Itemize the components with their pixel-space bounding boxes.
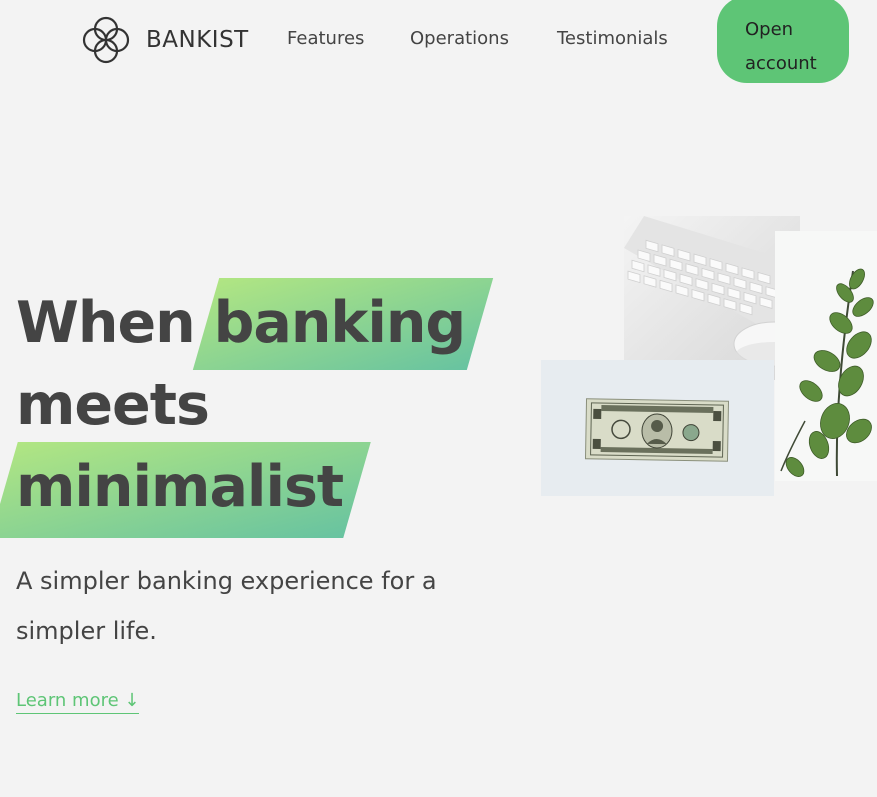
hero-title-minimalist-highlight: minimalist xyxy=(16,446,344,528)
open-account-label-line1: Open xyxy=(745,18,794,40)
open-account-label-line2: account xyxy=(745,52,817,74)
dollar-bill-image xyxy=(541,360,774,496)
hero-title-line-3: minimalist xyxy=(16,446,465,528)
nav-link-operations[interactable]: Operations xyxy=(410,28,509,49)
bankist-logo-icon xyxy=(82,16,130,64)
hero-title-when: When xyxy=(16,290,196,356)
nav-link-testimonials[interactable]: Testimonials xyxy=(557,28,668,49)
hero-title-banking-highlight: banking xyxy=(214,282,467,364)
learn-more-link[interactable]: Learn more ↓ xyxy=(16,690,140,714)
hero-title: When banking meets minimalist xyxy=(16,282,467,528)
page: BANKIST Features Operations Testimonials… xyxy=(0,0,877,797)
brand-name: BANKIST xyxy=(146,27,249,53)
plant-image xyxy=(775,231,877,481)
nav-link-features[interactable]: Features xyxy=(287,28,364,49)
open-account-button[interactable]: Open account xyxy=(717,0,849,83)
keyboard-mouse-image xyxy=(624,216,800,380)
hero-title-line-1: When banking xyxy=(16,282,467,364)
brand-logo[interactable]: BANKIST xyxy=(80,14,249,66)
hero-subtitle: A simpler banking experience for a simpl… xyxy=(16,567,437,645)
hero-title-line-2: meets xyxy=(16,372,210,438)
